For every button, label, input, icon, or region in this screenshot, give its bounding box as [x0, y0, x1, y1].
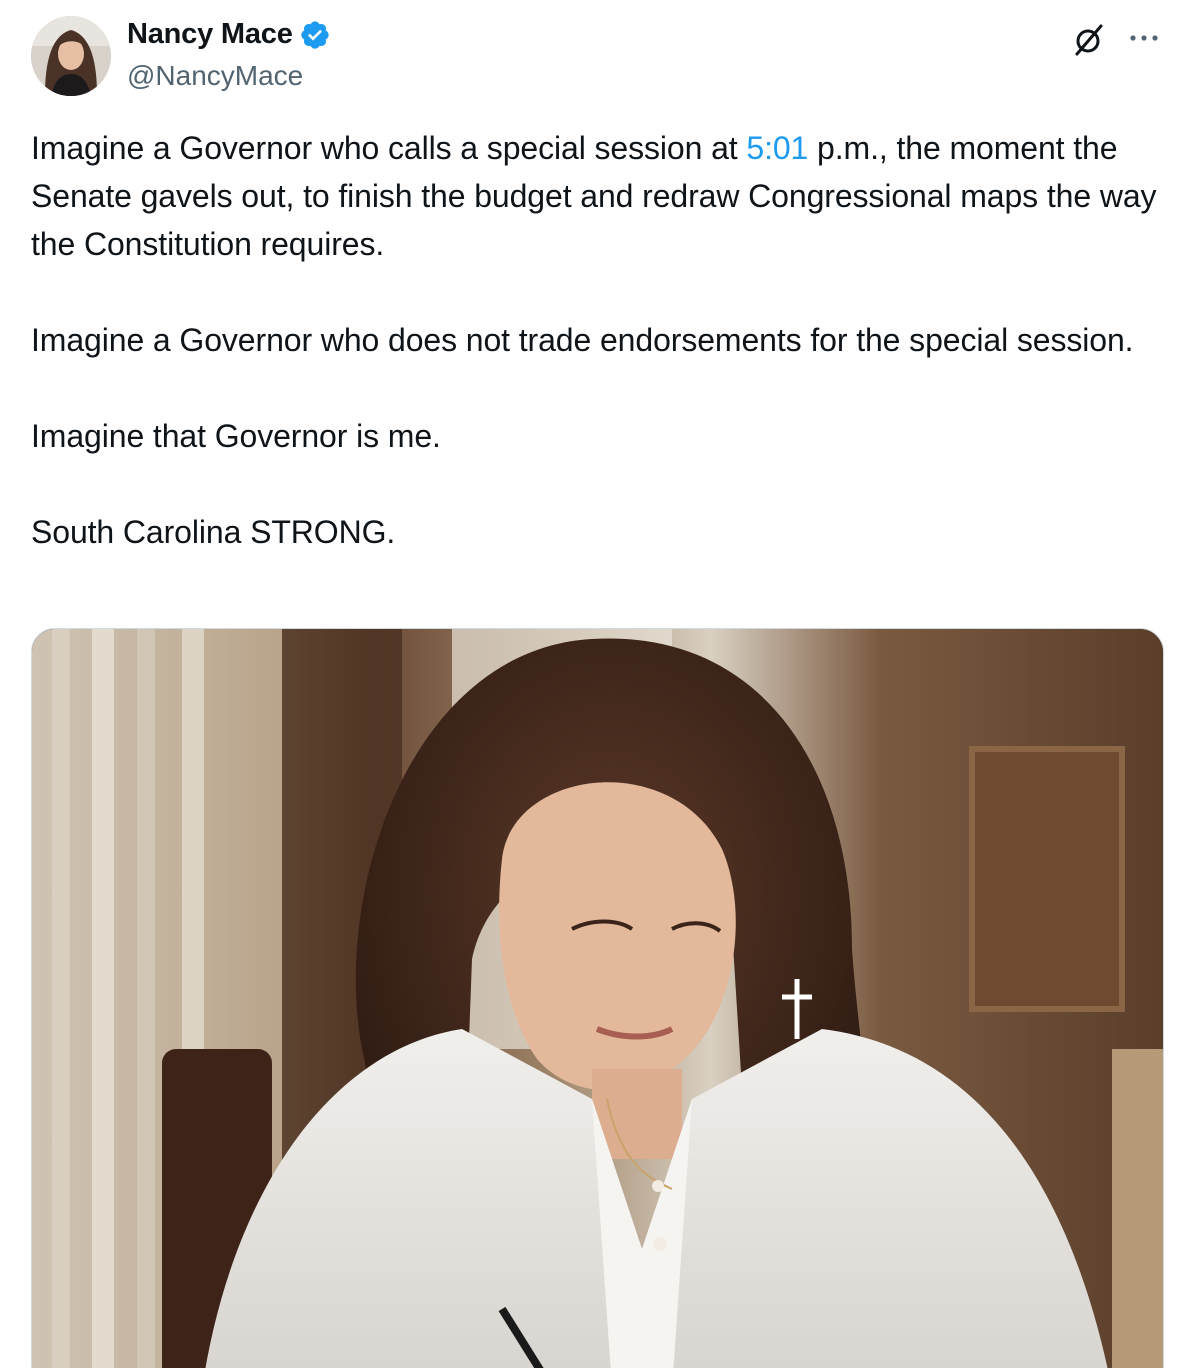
avatar-image: [31, 16, 111, 96]
tweet-text: Imagine a Governor who calls a special s…: [31, 124, 1161, 556]
media-image: [32, 629, 1163, 1368]
avatar[interactable]: [31, 16, 111, 96]
tweet-paragraph-2: Imagine a Governor who does not trade en…: [31, 322, 1134, 358]
tweet-paragraph-3: Imagine that Governor is me.: [31, 418, 441, 454]
display-name[interactable]: Nancy Mace: [127, 18, 293, 51]
author-handle[interactable]: @NancyMace: [127, 60, 303, 92]
tweet-paragraph-1: Imagine a Governor who calls a special s…: [31, 124, 1161, 268]
grok-icon[interactable]: [1068, 20, 1108, 60]
time-link[interactable]: 5:01: [746, 130, 808, 166]
tweet-paragraph-4: South Carolina STRONG.: [31, 514, 396, 550]
tweet-media[interactable]: [31, 628, 1164, 1368]
tweet-text-segment: Imagine a Governor who calls a special s…: [31, 130, 747, 166]
more-options-icon[interactable]: [1126, 24, 1162, 52]
tweet-card: Nancy Mace @NancyMace Imagine a Governor…: [0, 0, 1186, 1368]
author-name-row: Nancy Mace: [127, 18, 331, 51]
verified-badge-icon[interactable]: [299, 19, 331, 51]
